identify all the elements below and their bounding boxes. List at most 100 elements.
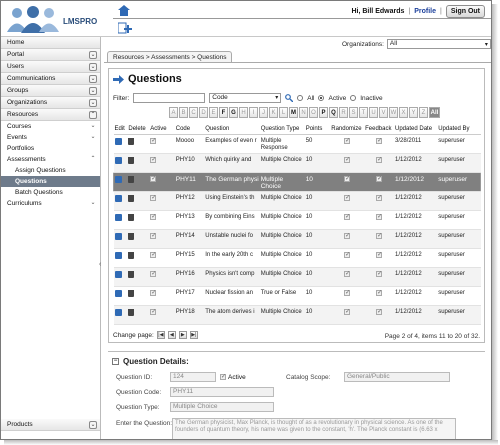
delete-icon[interactable]	[128, 308, 135, 316]
edit-icon[interactable]	[114, 270, 122, 278]
letter-filter-a[interactable]: A	[169, 107, 178, 118]
letter-filter-b[interactable]: B	[179, 107, 188, 118]
edit-icon[interactable]	[114, 194, 122, 202]
sidebar-item-assign-questions[interactable]: Assign Questions	[1, 165, 100, 176]
edit-icon[interactable]	[115, 175, 122, 183]
status-active-radio[interactable]	[318, 95, 325, 101]
letter-filter-j[interactable]: J	[259, 107, 268, 118]
letter-filter-t[interactable]: T	[359, 107, 368, 118]
edit-icon[interactable]	[114, 232, 122, 240]
sign-out-button[interactable]: Sign Out	[445, 5, 485, 18]
delete-icon[interactable]	[128, 175, 135, 183]
edit-icon[interactable]	[114, 156, 122, 164]
sidebar-item-events[interactable]: Events ⌄	[1, 132, 100, 143]
chevron-down-icon[interactable]: ⌄	[89, 63, 97, 71]
last-page-icon[interactable]: ▶|	[189, 331, 198, 339]
column-header[interactable]: Feedback	[364, 124, 395, 135]
status-all-radio[interactable]	[297, 95, 304, 101]
sidebar-item-products[interactable]: Products ⌄	[1, 419, 100, 431]
column-header[interactable]: Updated Date	[394, 124, 438, 135]
edit-icon[interactable]	[114, 289, 122, 297]
table-row[interactable]: PHY13By combining EinsMultiple Choice10 1…	[113, 210, 481, 230]
delete-icon[interactable]	[128, 194, 135, 202]
delete-icon[interactable]	[128, 156, 135, 164]
letter-filter-s[interactable]: S	[349, 107, 358, 118]
table-row[interactable]: PHY12Using Einstein's thMultiple Choice1…	[113, 191, 481, 211]
sidebar-item-users[interactable]: Users ⌄	[1, 61, 100, 73]
letter-filter-h[interactable]: H	[239, 107, 248, 118]
sidebar-item-curriculums[interactable]: Curriculums ⌄	[1, 198, 100, 209]
chevron-down-icon[interactable]: ⌄	[89, 421, 97, 429]
add-document-icon[interactable]	[118, 22, 132, 34]
letter-filter-w[interactable]: W	[389, 107, 398, 118]
table-row[interactable]: PHY14Unstable nuclei foMultiple Choice10…	[113, 229, 481, 249]
sidebar-collapse-handle[interactable]: ‹	[99, 261, 103, 277]
letter-filter-m[interactable]: M	[289, 107, 298, 118]
sidebar-item-batch-questions[interactable]: Batch Questions	[1, 187, 100, 198]
column-header[interactable]: Points	[304, 124, 331, 135]
chevron-down-icon[interactable]: ⌄	[89, 123, 97, 131]
chevron-down-icon[interactable]: ⌄	[89, 51, 97, 59]
letter-filter-v[interactable]: V	[379, 107, 388, 118]
letter-filter-x[interactable]: X	[399, 107, 408, 118]
column-header[interactable]: Randomize	[330, 124, 365, 135]
letter-filter-z[interactable]: Z	[419, 107, 428, 118]
chevron-down-icon[interactable]: ⌄	[89, 87, 97, 95]
table-row[interactable]: PHY15In the early 20th cMultiple Choice1…	[113, 248, 481, 268]
column-header[interactable]: Code	[174, 124, 205, 135]
chevron-down-icon[interactable]: ⌄	[89, 134, 97, 142]
sidebar-item-groups[interactable]: Groups ⌄	[1, 85, 100, 97]
sidebar-item-portfolios[interactable]: Portfolios	[1, 143, 100, 154]
letter-filter-r[interactable]: R	[339, 107, 348, 118]
column-header[interactable]: Active	[149, 124, 175, 135]
filter-input[interactable]	[133, 93, 206, 103]
letter-filter-d[interactable]: D	[199, 107, 208, 118]
column-header[interactable]: Question	[204, 124, 260, 135]
letter-filter-y[interactable]: Y	[409, 107, 418, 118]
column-header[interactable]: Edit	[113, 124, 128, 135]
sidebar-item-questions[interactable]: Questions	[1, 176, 100, 187]
catalog-scope-select[interactable]: General/Public	[344, 372, 450, 382]
sidebar-item-communications[interactable]: Communications ⌄	[1, 73, 100, 85]
status-inactive-radio[interactable]	[350, 95, 357, 101]
next-page-icon[interactable]: ▶	[178, 331, 187, 339]
table-row[interactable]: PHY11The German physiMultiple Choice10 1/…	[113, 172, 481, 192]
delete-icon[interactable]	[128, 232, 135, 240]
table-row[interactable]: PHY18The atom derives iMultiple Choice10…	[113, 305, 481, 325]
letter-filter-k[interactable]: K	[269, 107, 278, 118]
sidebar-item-assessments[interactable]: Assessments ⌃	[1, 154, 100, 165]
edit-icon[interactable]	[114, 251, 122, 259]
filter-field-select[interactable]: Code ▾	[209, 93, 282, 103]
column-header[interactable]: Delete	[127, 124, 150, 135]
column-header[interactable]: Question Type	[259, 124, 305, 135]
letter-filter-l[interactable]: L	[279, 107, 288, 118]
delete-icon[interactable]	[128, 137, 135, 145]
home-icon[interactable]	[118, 5, 130, 16]
organizations-select[interactable]: All ▾	[386, 39, 491, 49]
sidebar-item-home[interactable]: Home	[1, 37, 100, 49]
chevron-down-icon[interactable]: ⌄	[89, 200, 97, 208]
first-page-icon[interactable]: |◀	[156, 331, 165, 339]
letter-filter-u[interactable]: U	[369, 107, 378, 118]
letter-filter-e[interactable]: E	[209, 107, 218, 118]
prev-page-icon[interactable]: ◀	[167, 331, 176, 339]
chevron-down-icon[interactable]: ⌄	[89, 75, 97, 83]
table-row[interactable]: PHY16Physics isn't compMultiple Choice10…	[113, 267, 481, 287]
letter-filter-c[interactable]: C	[189, 107, 198, 118]
letter-filter-all[interactable]: All	[429, 107, 440, 118]
table-row[interactable]: PHY17Nuclear fission anTrue or False10 1/…	[113, 286, 481, 306]
profile-link[interactable]: Profile	[414, 8, 436, 15]
question-type-select[interactable]: Multiple Choice	[170, 402, 274, 412]
active-checkbox[interactable]	[220, 373, 226, 380]
letter-filter-i[interactable]: I	[249, 107, 258, 118]
chevron-up-icon[interactable]: ⌃	[89, 111, 97, 119]
search-icon[interactable]	[285, 94, 294, 102]
delete-icon[interactable]	[128, 251, 135, 259]
chevron-down-icon[interactable]: ⌄	[89, 99, 97, 107]
delete-icon[interactable]	[128, 213, 135, 221]
letter-filter-f[interactable]: F	[219, 107, 228, 118]
letter-filter-p[interactable]: P	[319, 107, 328, 118]
sidebar-item-portal[interactable]: Portal ⌄	[1, 49, 100, 61]
question-id-field[interactable]: 124	[170, 372, 216, 382]
sidebar-item-organizations[interactable]: Organizations ⌄	[1, 97, 100, 109]
